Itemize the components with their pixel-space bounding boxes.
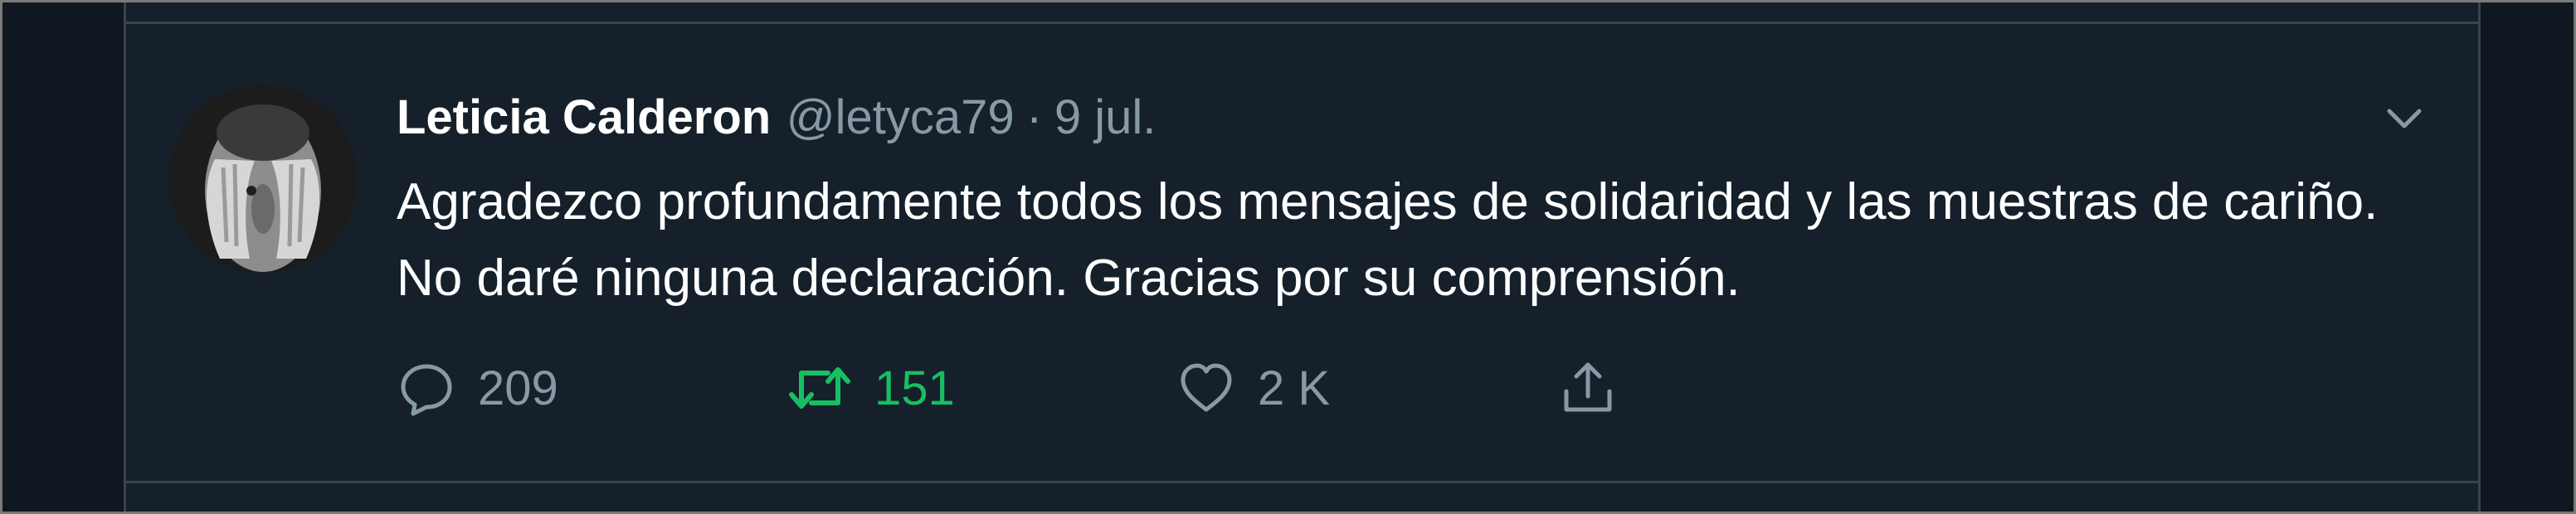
- tweet-actions: 209 151 2 K: [397, 355, 2388, 421]
- tweet-menu-button[interactable]: [2379, 98, 2429, 139]
- chevron-down-icon: [2387, 109, 2422, 128]
- right-gutter: [2481, 2, 2574, 512]
- retweet-button[interactable]: 151: [786, 355, 955, 421]
- tweet-date[interactable]: 9 jul.: [1054, 90, 1157, 144]
- reply-icon: [401, 364, 452, 416]
- retweet-count: 151: [874, 361, 955, 415]
- retweet-icon: [789, 367, 850, 409]
- reply-count: 209: [478, 361, 558, 415]
- reply-button[interactable]: 209: [397, 355, 558, 421]
- timeline-right-border: [2478, 2, 2481, 512]
- avatar-image: [168, 85, 358, 274]
- like-button[interactable]: 2 K: [1176, 355, 1330, 421]
- tweet-header: Leticia Calderon @letyca79 · 9 jul.: [397, 90, 1156, 149]
- share-icon: [1564, 362, 1612, 412]
- tweet-text: Agradezco profundamente todos los mensaj…: [397, 173, 2379, 307]
- avatar[interactable]: [168, 85, 358, 274]
- heart-icon: [1181, 363, 1232, 412]
- tweet-bottom-separator: [126, 481, 2478, 483]
- left-gutter: [2, 2, 126, 512]
- author-name[interactable]: Leticia Calderon: [397, 90, 771, 144]
- share-button[interactable]: [1558, 355, 1618, 421]
- timeline-left-border: [124, 2, 126, 512]
- like-count: 2 K: [1258, 361, 1331, 415]
- header-separator: ·: [1026, 90, 1043, 144]
- tweet-top-separator: [126, 22, 2478, 24]
- author-handle[interactable]: @letyca79: [786, 90, 1015, 144]
